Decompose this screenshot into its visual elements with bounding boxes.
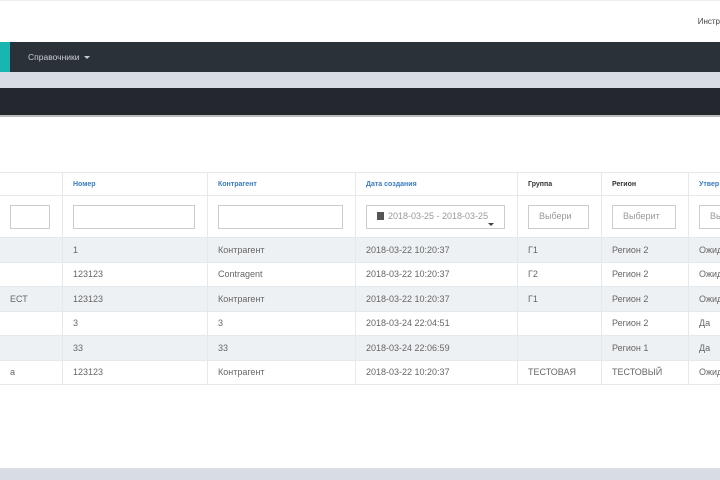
col-header-approved[interactable]: Утвер — [688, 172, 720, 196]
table-row[interactable]: ЕСТ 123123 Контрагент 2018-03-22 10:20:37 Г1… — [0, 286, 720, 312]
filter-date-range[interactable]: 2018-03-25 - 2018-03-25 — [366, 204, 505, 229]
filter-first-input[interactable] — [10, 204, 50, 229]
page-header-band — [0, 88, 720, 117]
cell-created: 2018-03-22 10:20:37 — [355, 237, 518, 263]
cell-group — [517, 310, 602, 336]
filter-region-select[interactable]: Выберит — [612, 204, 676, 229]
cell-region[interactable]: Регион 2 — [601, 261, 689, 287]
table-row[interactable]: 123123 Contragent 2018-03-22 10:20:37 Г2 Рег… — [0, 261, 720, 287]
filter-group-select[interactable]: Выбери — [528, 204, 589, 229]
cell-number: 1 — [62, 237, 208, 263]
cell-created: 2018-03-22 10:20:37 — [355, 261, 518, 287]
cell-number: 123123 — [62, 261, 208, 287]
cell-contractor: Контрагент — [207, 286, 356, 312]
cell-first — [0, 310, 63, 336]
nav-menu-directories[interactable]: Справочники — [28, 52, 90, 62]
cell-number: 3 — [62, 310, 208, 336]
cell-region[interactable]: Регион 2 — [601, 237, 689, 263]
cell-first — [0, 261, 63, 287]
cell-created: 2018-03-24 22:06:59 — [355, 335, 518, 361]
placeholder: Выбери — [539, 210, 572, 221]
cell-first: а — [0, 359, 63, 385]
table-row[interactable]: а 123123 Контрагент 2018-03-22 10:20:37 ТЕСТ… — [0, 359, 720, 385]
table-row[interactable]: 1 Контрагент 2018-03-22 10:20:37 Г1 Регион 2… — [0, 237, 720, 263]
col-header-first[interactable] — [0, 172, 63, 196]
placeholder: Вы — [710, 210, 720, 221]
cell-contractor: Контрагент — [207, 237, 356, 263]
cell-created: 2018-03-22 10:20:37 — [355, 286, 518, 312]
caret-down-icon — [488, 222, 494, 226]
cell-approved: Да — [688, 310, 720, 336]
col-header-created[interactable]: Дата создания — [355, 172, 518, 196]
cell-approved: Ожид — [688, 261, 720, 287]
cell-region[interactable]: ТЕСТОВЫЙ — [601, 359, 689, 385]
cell-first — [0, 237, 63, 263]
col-header-group: Группа — [517, 172, 602, 196]
filter-contractor-input[interactable] — [218, 204, 343, 229]
cell-group[interactable]: ТЕСТОВАЯ — [517, 359, 602, 385]
cell-contractor: Contragent — [207, 261, 356, 287]
filter-approved-select[interactable]: Вы — [699, 204, 720, 229]
col-header-contractor[interactable]: Контрагент — [207, 172, 356, 196]
cell-approved: Ожид — [688, 286, 720, 312]
cell-region[interactable]: Регион 2 — [601, 286, 689, 312]
subnav-strip — [0, 72, 720, 88]
chevron-down-icon — [83, 56, 90, 60]
cell-number: 123123 — [62, 286, 208, 312]
cell-contractor: 3 — [207, 310, 356, 336]
filter-number-input[interactable] — [73, 204, 195, 229]
cell-group[interactable]: Г1 — [517, 286, 602, 312]
cell-created: 2018-03-24 22:04:51 — [355, 310, 518, 336]
table-row[interactable]: 3 3 2018-03-24 22:04:51 Регион 2 Да — [0, 310, 720, 336]
cell-group[interactable]: Г2 — [517, 261, 602, 287]
cell-group — [517, 335, 602, 361]
cell-number: 123123 — [62, 359, 208, 385]
cell-approved: Ожид — [688, 359, 720, 385]
top-bar: Инстр — [0, 0, 720, 42]
placeholder: Выберит — [623, 210, 660, 221]
cell-region[interactable]: Регион 2 — [601, 310, 689, 336]
cell-number: 33 — [62, 335, 208, 361]
data-table: Номер Контрагент Дата создания Группа Ре… — [0, 172, 720, 385]
cell-created: 2018-03-22 10:20:37 — [355, 359, 518, 385]
nav-accent — [0, 42, 10, 72]
cell-contractor: Контрагент — [207, 359, 356, 385]
instructions-link[interactable]: Инстр — [698, 17, 720, 26]
cell-region[interactable]: Регион 1 — [601, 335, 689, 361]
cell-first — [0, 335, 63, 361]
cell-approved: Ожид — [688, 237, 720, 263]
cell-approved: Да — [688, 335, 720, 361]
footer — [0, 468, 720, 480]
col-header-number[interactable]: Номер — [62, 172, 208, 196]
calendar-icon — [377, 211, 384, 220]
table-row[interactable]: 33 33 2018-03-24 22:06:59 Регион 1 Да — [0, 335, 720, 361]
nav-menu-label: Справочники — [28, 52, 80, 62]
cell-contractor: 33 — [207, 335, 356, 361]
cell-first: ЕСТ — [0, 286, 63, 312]
col-header-region: Регион — [601, 172, 689, 196]
date-range-value: 2018-03-25 - 2018-03-25 — [388, 210, 489, 221]
navbar: Справочники — [0, 42, 720, 72]
cell-group[interactable]: Г1 — [517, 237, 602, 263]
